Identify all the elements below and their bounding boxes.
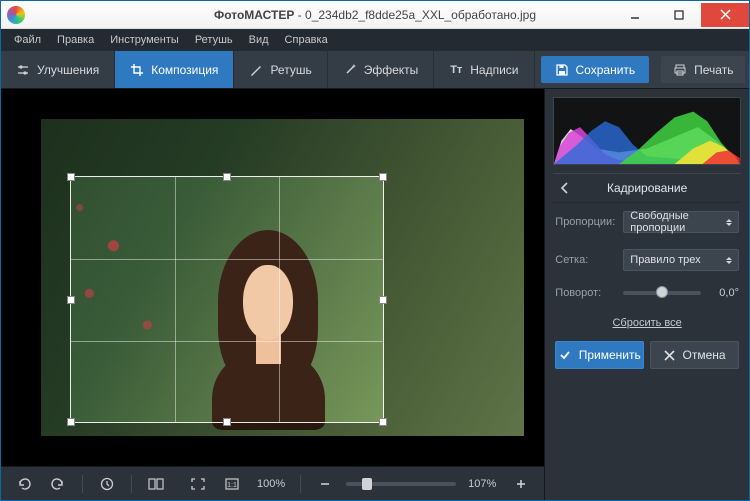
menu-help[interactable]: Справка: [278, 32, 335, 48]
minus-icon: [319, 478, 331, 490]
crop-icon: [130, 63, 144, 77]
ratio-field: Пропорции: Свободные пропорции: [555, 211, 739, 233]
zoom-fit-label: 100%: [257, 478, 285, 490]
app-name: ФотоМАСТЕР: [214, 8, 294, 22]
compare-button[interactable]: [143, 473, 169, 495]
menu-tools[interactable]: Инструменты: [103, 32, 186, 48]
maximize-button[interactable]: [657, 3, 701, 27]
tab-effects[interactable]: Эффекты: [328, 51, 435, 88]
print-icon: [673, 63, 687, 77]
updown-icon: [726, 257, 732, 264]
check-icon: [559, 349, 571, 361]
histogram-icon: [554, 98, 740, 164]
svg-text:1:1: 1:1: [227, 482, 237, 489]
compare-icon: [148, 477, 164, 491]
rotate-field: Поворот: 0,0°: [555, 287, 739, 299]
titlebar: ФотоМАСТЕР - 0_234db2_f8dde25a_XXL_обраб…: [1, 1, 749, 29]
window-title: ФотоМАСТЕР - 0_234db2_f8dde25a_XXL_обраб…: [214, 8, 536, 22]
chevron-left-icon: [560, 182, 570, 194]
histogram: [553, 97, 741, 165]
close-icon: [720, 9, 731, 20]
app-window: ФотоМАСТЕР - 0_234db2_f8dde25a_XXL_обраб…: [0, 0, 750, 501]
crop-rectangle[interactable]: [70, 176, 384, 423]
menu-retouch[interactable]: Ретушь: [188, 32, 240, 48]
ratio-select[interactable]: Свободные пропорции: [623, 211, 739, 233]
redo-button[interactable]: [45, 473, 71, 495]
updown-icon: [726, 219, 732, 226]
panel-actions: Применить Отмена: [555, 341, 739, 369]
save-icon: [555, 63, 569, 77]
file-name: 0_234db2_f8dde25a_XXL_обработано.jpg: [305, 8, 536, 22]
plus-icon: [515, 478, 527, 490]
print-button[interactable]: Печать: [661, 56, 745, 83]
undo-icon: [16, 477, 32, 491]
grid-select[interactable]: Правило трех: [623, 249, 739, 271]
panel-header: Кадрирование: [553, 173, 741, 203]
rotate-value: 0,0°: [709, 287, 739, 299]
fit-icon: [190, 477, 206, 491]
tool-tabs: Улучшения Композиция Ретушь Эффекты Tᴛ Н…: [1, 51, 749, 89]
menu-view[interactable]: Вид: [242, 32, 276, 48]
crop-handle-e[interactable]: [379, 296, 387, 304]
sliders-icon: [16, 63, 30, 77]
statusbar: 1:1 100% 107%: [1, 466, 544, 500]
menu-edit[interactable]: Правка: [50, 32, 101, 48]
fit-screen-button[interactable]: [185, 473, 211, 495]
rotate-label: Поворот:: [555, 287, 615, 299]
brush-icon: [249, 63, 263, 77]
grid-label: Сетка:: [555, 254, 615, 266]
photo-image: [41, 119, 524, 436]
history-button[interactable]: [94, 473, 120, 495]
x-icon: [664, 350, 675, 361]
crop-handle-ne[interactable]: [379, 173, 387, 181]
crop-handle-sw[interactable]: [67, 418, 75, 426]
tab-enhance[interactable]: Улучшения: [1, 51, 115, 88]
ratio-label: Пропорции:: [555, 216, 615, 228]
save-button[interactable]: Сохранить: [541, 56, 650, 83]
crop-handle-se[interactable]: [379, 418, 387, 426]
minimize-button[interactable]: [613, 3, 657, 27]
grid-field: Сетка: Правило трех: [555, 249, 739, 271]
tab-composition[interactable]: Композиция: [115, 51, 234, 88]
actual-size-button[interactable]: 1:1: [219, 473, 245, 495]
maximize-icon: [674, 10, 684, 20]
right-panel: Кадрирование Пропорции: Свободные пропор…: [544, 89, 749, 500]
zoom-value-label: 107%: [468, 478, 496, 490]
history-icon: [100, 477, 114, 491]
tab-retouch[interactable]: Ретушь: [234, 51, 327, 88]
undo-button[interactable]: [11, 473, 37, 495]
reset-all-link[interactable]: Сбросить все: [545, 317, 749, 329]
window-controls: [613, 3, 749, 27]
menubar: Файл Правка Инструменты Ретушь Вид Справ…: [1, 29, 749, 51]
tab-text[interactable]: Tᴛ Надписи: [434, 51, 534, 88]
main-area: 1:1 100% 107%: [1, 89, 749, 500]
canvas-viewport[interactable]: [1, 89, 544, 466]
apply-button[interactable]: Применить: [555, 341, 644, 369]
crop-handle-w[interactable]: [67, 296, 75, 304]
app-logo-icon: [7, 6, 25, 24]
zoom-slider[interactable]: [346, 482, 456, 486]
zoom-out-button[interactable]: [312, 473, 338, 495]
zoom-in-button[interactable]: [508, 473, 534, 495]
close-button[interactable]: [701, 3, 749, 27]
onetoone-icon: 1:1: [224, 477, 240, 491]
crop-handle-n[interactable]: [223, 173, 231, 181]
text-icon: Tᴛ: [449, 63, 463, 77]
wand-icon: [343, 63, 357, 77]
minimize-icon: [630, 10, 640, 20]
menu-file[interactable]: Файл: [7, 32, 48, 48]
crop-handle-s[interactable]: [223, 418, 231, 426]
rotate-slider[interactable]: [623, 291, 701, 295]
panel-title: Кадрирование: [607, 181, 687, 195]
panel-back-button[interactable]: [555, 178, 575, 198]
crop-handle-nw[interactable]: [67, 173, 75, 181]
cancel-button[interactable]: Отмена: [650, 341, 739, 369]
canvas-area: 1:1 100% 107%: [1, 89, 544, 500]
redo-icon: [50, 477, 66, 491]
